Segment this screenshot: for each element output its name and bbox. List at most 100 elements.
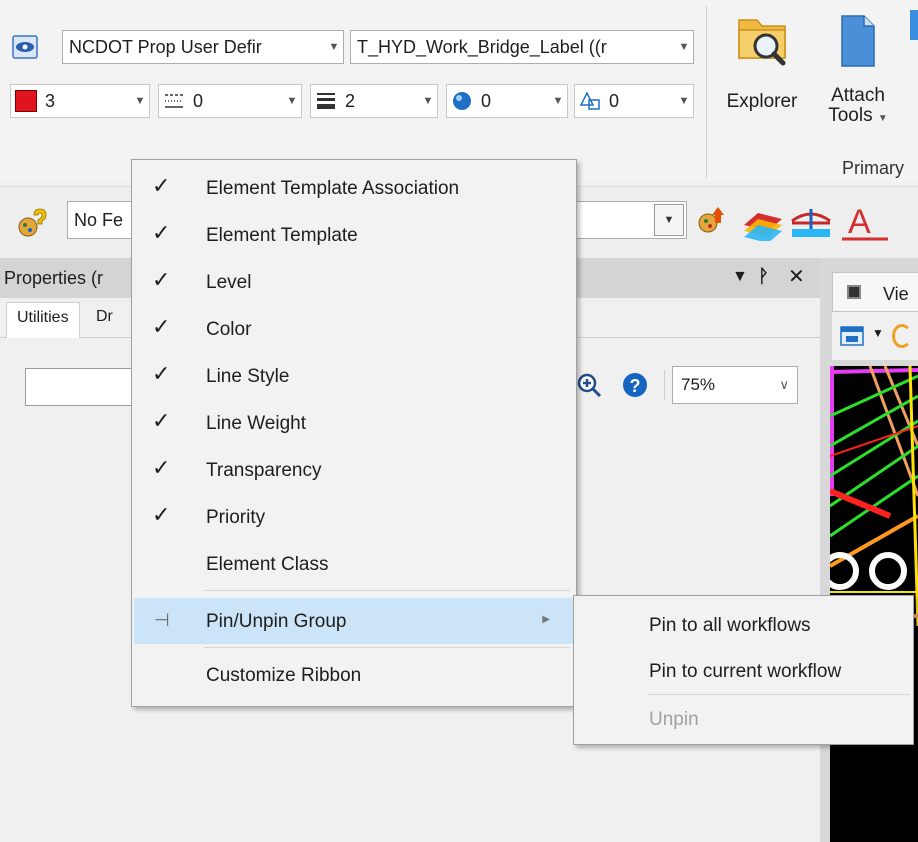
menu-separator (204, 647, 570, 648)
element-template-combo[interactable]: T_HYD_Work_Bridge_Label ((r ▼ (350, 30, 694, 64)
panel-menu-icon[interactable]: ▼ (732, 268, 748, 286)
menu-item-element-class[interactable]: Element Class (134, 541, 574, 587)
checkmark-icon: ✓ (152, 408, 171, 433)
explorer-icon (733, 10, 791, 68)
line-weight-picker[interactable]: 2 ▼ (310, 84, 438, 118)
level-display-icon[interactable] (10, 32, 40, 62)
pin-icon: ⊣ (154, 610, 170, 630)
checkmark-icon: ✓ (152, 267, 171, 292)
help-icon[interactable]: ? (622, 372, 648, 398)
explorer-label: Explorer (726, 91, 798, 112)
chevron-down-icon: ∨ (779, 377, 789, 392)
line-style-icon (163, 90, 185, 112)
tools-label: Tools (828, 105, 873, 126)
chevron-down-icon: ▼ (552, 95, 564, 107)
checkmark-icon: ✓ (152, 220, 171, 245)
checkmark-icon: ✓ (152, 361, 171, 386)
text-style-icon[interactable]: A (840, 199, 890, 243)
transparency-picker[interactable]: 0 ▼ (446, 84, 568, 118)
chevron-down-icon: ▼ (328, 41, 340, 53)
chevron-down-icon: ▼ (286, 95, 298, 107)
menu-item-label: Element Template (206, 225, 358, 246)
menu-item-label: Customize Ribbon (206, 665, 362, 686)
submenu-arrow-icon: ▶ (542, 614, 550, 625)
chevron-down-icon[interactable]: ▼ (872, 326, 884, 340)
menu-item-customize-ribbon[interactable]: Customize Ribbon (134, 652, 574, 698)
view-toolbar: ▼ (832, 312, 918, 360)
view-tab[interactable]: Vie (832, 272, 918, 312)
menu-item-label: Color (206, 319, 252, 340)
menu-item-pin-to-current-workflow[interactable]: Pin to current workflow (576, 648, 912, 694)
tab-drawing[interactable]: Dr (86, 302, 123, 338)
pin-submenu: Pin to all workflows Pin to current work… (573, 595, 914, 745)
menu-item-label: Priority (206, 507, 266, 528)
svg-text:A: A (848, 203, 871, 241)
menu-item-label: Level (206, 272, 252, 293)
menu-item-color[interactable]: ✓ Color (134, 306, 574, 352)
chevron-down-icon: ▼ (678, 41, 690, 53)
feature-toggle-icon[interactable] (696, 203, 732, 243)
menu-item-unpin[interactable]: Unpin (576, 696, 912, 742)
close-icon[interactable]: ✕ (788, 264, 805, 289)
surface-icon[interactable] (742, 205, 784, 243)
level-combo[interactable]: NCDOT Prop User Defir ▼ (62, 30, 344, 64)
submenu-item-label: Pin to current workflow (649, 661, 842, 682)
line-weight-value: 2 (345, 90, 356, 111)
chevron-down-icon[interactable]: ▼ (654, 204, 684, 236)
checkmark-icon: ✓ (152, 173, 171, 198)
sphere-icon (451, 90, 473, 112)
menu-item-priority[interactable]: ✓ Priority (134, 494, 574, 540)
menu-item-label: Line Style (206, 366, 290, 387)
menu-item-label: Element Template Association (206, 178, 460, 199)
svg-text:?: ? (630, 376, 641, 396)
submenu-item-label: Unpin (649, 709, 699, 730)
menu-item-pin-unpin-group[interactable]: ⊣ Pin/Unpin Group ▶ (134, 598, 574, 644)
menu-item-label: Transparency (206, 460, 322, 481)
menu-item-label: Element Class (206, 554, 329, 575)
transparency-value: 0 (481, 90, 492, 111)
chevron-down-icon: ▼ (877, 113, 888, 124)
menu-item-line-weight[interactable]: ✓ Line Weight (134, 400, 574, 446)
line-weight-icon (315, 90, 337, 112)
view-panel: Vie ▼ (820, 258, 918, 842)
menu-item-element-template[interactable]: ✓ Element Template (134, 212, 574, 258)
tab-utilities[interactable]: Utilities (6, 302, 80, 338)
line-style-picker[interactable]: 0 ▼ (158, 84, 302, 118)
zoom-select[interactable]: 75% ∨ (672, 366, 798, 404)
document-icon (838, 14, 878, 68)
menu-item-line-style[interactable]: ✓ Line Style (134, 353, 574, 399)
color-picker[interactable]: 3 ▼ (10, 84, 150, 118)
chevron-down-icon: ▼ (134, 95, 146, 107)
extra-icon-partial (910, 10, 918, 40)
view-window-icon (847, 285, 861, 299)
menu-item-level[interactable]: ✓ Level (134, 259, 574, 305)
priority-icon (579, 90, 601, 112)
menu-item-label: Pin/Unpin Group (206, 611, 347, 632)
partial-tool-icon (892, 324, 912, 348)
feature-definition-icon[interactable] (14, 205, 54, 241)
menu-item-transparency[interactable]: ✓ Transparency (134, 447, 574, 493)
bridge-icon[interactable] (790, 205, 832, 241)
menu-item-pin-to-all-workflows[interactable]: Pin to all workflows (576, 602, 912, 648)
color-swatch-icon (15, 90, 37, 112)
line-style-value: 0 (193, 90, 204, 111)
level-combo-value: NCDOT Prop User Defir (69, 36, 262, 57)
view-attributes-icon[interactable] (840, 324, 868, 348)
zoom-in-icon[interactable] (576, 372, 602, 398)
menu-separator (204, 590, 570, 591)
chevron-down-icon: ▼ (422, 95, 434, 107)
pin-icon[interactable]: ᚹ (758, 266, 769, 287)
priority-picker[interactable]: 0 ▼ (574, 84, 694, 118)
priority-value: 0 (609, 90, 620, 111)
zoom-value: 75% (681, 375, 716, 394)
checkmark-icon: ✓ (152, 502, 171, 527)
explorer-button[interactable]: Explorer (716, 8, 808, 128)
ribbon: NCDOT Prop User Defir ▼ T_HYD_Work_Bridg… (0, 0, 918, 183)
attach-label: Attach (831, 85, 885, 106)
tools-label-row: Tools ▼ (818, 106, 898, 129)
chevron-down-icon: ▼ (678, 95, 690, 107)
color-value: 3 (45, 90, 56, 111)
menu-item-element-template-association[interactable]: ✓ Element Template Association (134, 165, 574, 211)
attach-tools-button[interactable]: Attach Tools ▼ (818, 8, 898, 130)
element-template-value: T_HYD_Work_Bridge_Label ((r (357, 36, 607, 57)
